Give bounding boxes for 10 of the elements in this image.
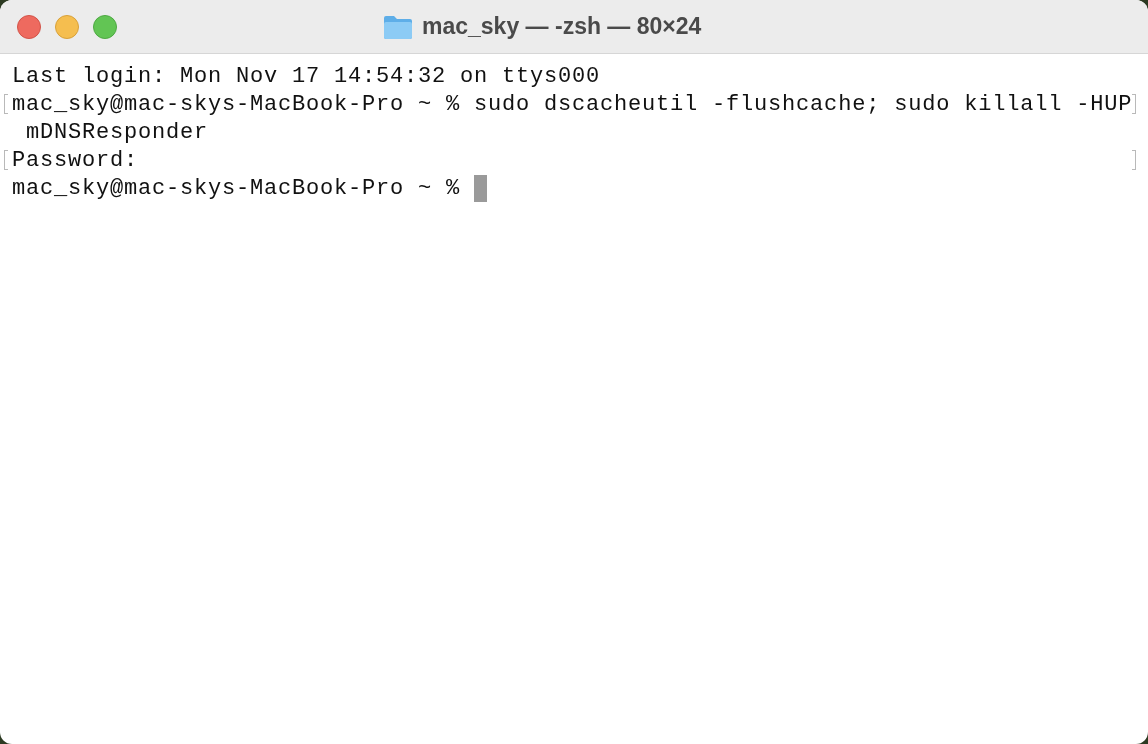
folder-icon xyxy=(383,13,413,40)
window-title: mac_sky — -zsh — 80×24 xyxy=(422,13,702,40)
output-line: mDNSResponder xyxy=(25,119,209,145)
output-line: Last login: Mon Nov 17 14:54:32 on ttys000 xyxy=(12,63,601,89)
command-line: mac_sky@mac-skys-MacBook-Pro ~ % xyxy=(12,175,461,201)
command-line: mac_sky@mac-skys-MacBook-Pro ~ % sudo dscacheutil -flushcache; sudo killall -HUP xyxy=(12,91,1133,117)
zoom-button[interactable] xyxy=(93,14,117,39)
minimize-button[interactable] xyxy=(55,14,79,39)
output-line: Password: xyxy=(12,147,139,173)
close-button[interactable] xyxy=(17,14,41,39)
